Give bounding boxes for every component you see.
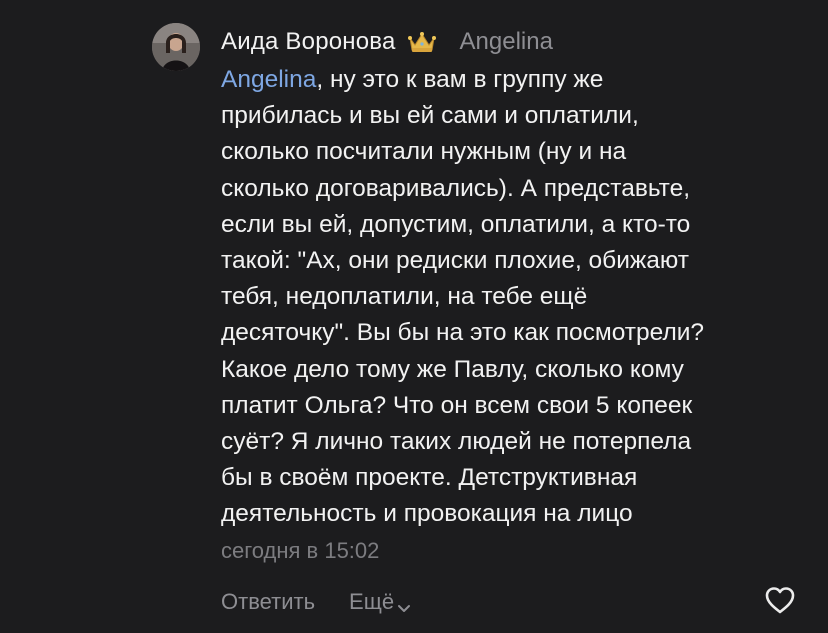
comment-actions: Ответить Ещё — [221, 586, 411, 618]
author-name[interactable]: Аида Воронова — [221, 28, 396, 56]
comment: Аида Воронова Angelina Angelina, ну это … — [0, 0, 828, 633]
text-line: Какое дело тому же Павлу, сколько кому — [221, 355, 684, 383]
text-line: сколько договаривались). А представьте, — [221, 174, 691, 202]
more-label: Ещё — [349, 589, 395, 614]
comment-header: Аида Воронова Angelina — [221, 26, 553, 58]
reply-button[interactable]: Ответить — [221, 589, 315, 615]
more-button[interactable]: Ещё — [349, 589, 411, 615]
text-line: десяточку". Вы бы на это как посмотрели? — [221, 319, 705, 347]
text-line: , ну это к вам в группу же — [316, 66, 604, 93]
reply-to-name[interactable]: Angelina — [460, 28, 553, 56]
text-line: бы в своём проекте. Детструктивная — [221, 464, 638, 492]
text-line: суёт? Я лично таких людей не потерпела — [221, 428, 692, 456]
text-line: платит Ольга? Что он всем свои 5 копеек — [221, 391, 693, 419]
chevron-down-icon — [397, 595, 411, 612]
heart-outline-icon — [764, 587, 796, 619]
text-line: если вы ей, допустим, оплатили, а кто-то — [221, 210, 691, 238]
timestamp: сегодня в 15:02 — [221, 538, 380, 563]
text-line: такой: "Ах, они редиски плохие, обижают — [221, 247, 689, 275]
text-line: тебя, недоплатили, на тебе ещё — [221, 283, 588, 311]
avatar[interactable] — [152, 23, 200, 71]
comment-text: Angelina, ну это к вам в группу же приби… — [221, 62, 821, 533]
mention-link[interactable]: Angelina — [221, 66, 316, 93]
text-line: сколько посчитали нужным (ну и на — [221, 138, 627, 166]
text-line: прибилась и вы ей сами и оплатили, — [221, 102, 639, 130]
like-button[interactable] — [764, 585, 796, 615]
crown-icon — [407, 31, 436, 53]
text-line: деятельность и провокация на лицо — [221, 500, 633, 528]
